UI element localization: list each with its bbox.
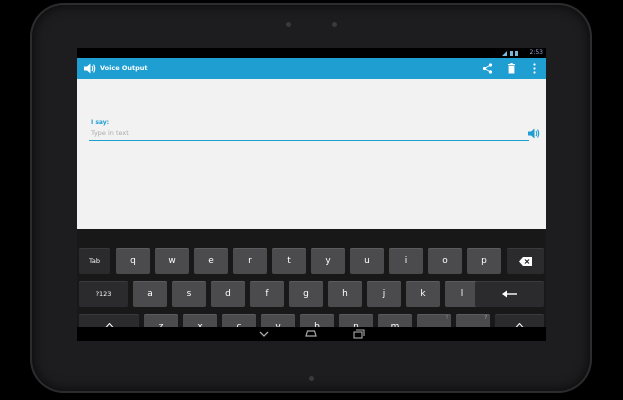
speaker-icon[interactable]	[527, 127, 540, 140]
key-p[interactable]: p	[467, 248, 501, 274]
home-icon[interactable]	[304, 328, 318, 340]
device-screen: 2:53 Voice Output I say: Type in text Ta…	[77, 48, 546, 341]
backspace-key[interactable]	[507, 248, 544, 274]
enter-arrow-icon	[502, 290, 517, 298]
action-bar: Voice Output	[77, 58, 546, 79]
key-k[interactable]: k	[406, 281, 440, 307]
key-hint: !	[445, 315, 448, 321]
key-t[interactable]: t	[272, 248, 306, 274]
front-camera	[332, 22, 337, 27]
soft-keyboard: Tab q w e r t y u i o p ?123 a s d f g h…	[77, 229, 546, 341]
key-l[interactable]: l	[445, 281, 479, 307]
key-hint: ?	[484, 315, 487, 321]
front-sensor	[286, 22, 291, 27]
key-h[interactable]: h	[328, 281, 362, 307]
key-y[interactable]: y	[311, 248, 345, 274]
key-q[interactable]: q	[116, 248, 150, 274]
status-bar: 2:53	[77, 48, 546, 58]
app-title: Voice Output	[100, 64, 148, 72]
share-icon[interactable]	[481, 62, 494, 75]
backspace-icon	[519, 256, 532, 266]
text-input[interactable]	[89, 126, 529, 141]
key-w[interactable]: w	[155, 248, 189, 274]
signal-battery-icon	[502, 51, 518, 56]
bottom-sensor	[309, 376, 314, 381]
main-content: I say:	[77, 79, 546, 229]
key-i[interactable]: i	[389, 248, 423, 274]
symbols-key[interactable]: ?123	[79, 281, 128, 307]
key-e[interactable]: e	[194, 248, 228, 274]
speaker-icon[interactable]	[83, 62, 96, 75]
enter-key[interactable]	[475, 281, 544, 307]
key-a[interactable]: a	[133, 281, 167, 307]
navigation-bar	[77, 327, 546, 341]
recent-apps-icon[interactable]	[352, 328, 366, 340]
overflow-menu-icon[interactable]	[528, 62, 541, 75]
key-o[interactable]: o	[428, 248, 462, 274]
key-g[interactable]: g	[289, 281, 323, 307]
key-j[interactable]: j	[367, 281, 401, 307]
trash-icon[interactable]	[505, 62, 518, 75]
back-chevron-down-icon[interactable]	[257, 328, 271, 340]
key-d[interactable]: d	[211, 281, 245, 307]
tab-key[interactable]: Tab	[79, 248, 110, 274]
key-f[interactable]: f	[250, 281, 284, 307]
input-label: I say:	[91, 119, 110, 126]
status-time: 2:53	[529, 49, 543, 56]
key-u[interactable]: u	[350, 248, 384, 274]
key-s[interactable]: s	[172, 281, 206, 307]
key-r[interactable]: r	[233, 248, 267, 274]
